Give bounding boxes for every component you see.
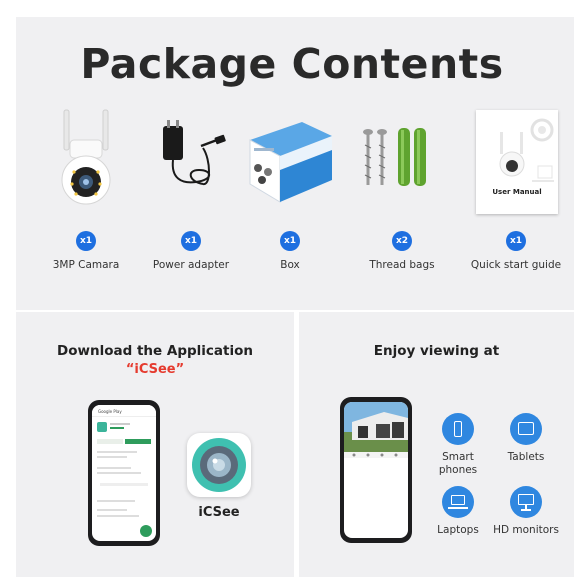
laptop-icon <box>442 486 474 518</box>
item-quick-start-guide: User Manual x1 Quick start guide <box>466 100 566 280</box>
device-label: HD monitors <box>493 524 559 536</box>
quantity-badge: x1 <box>506 231 526 251</box>
item-label: Quick start guide <box>470 259 562 271</box>
device-laptops: Laptops <box>423 486 493 537</box>
quantity-badge: x1 <box>76 231 96 251</box>
item-camera: x1 3MP Camara <box>36 100 136 280</box>
quantity-badge: x2 <box>392 231 412 251</box>
download-heading: Download the Application <box>57 343 253 359</box>
phone-screen: Google Play <box>92 405 156 541</box>
device-label: Smart phones <box>438 451 478 476</box>
page-title: Package Contents <box>80 40 504 88</box>
quantity-badge: x1 <box>280 231 300 251</box>
icsee-app-label: iCSee <box>198 505 240 520</box>
device-tablets: Tablets <box>491 413 561 464</box>
manual-image: User Manual <box>476 110 558 214</box>
box-image <box>249 122 332 203</box>
device-smartphones: Smart phones <box>423 413 493 477</box>
monitor-icon <box>510 486 542 518</box>
page: Package Contents x1 3MP Camara x1 Power … <box>0 0 584 584</box>
manual-cover-text: User Manual <box>492 188 542 196</box>
quantity-badge: x1 <box>181 231 201 251</box>
icsee-app-icon <box>187 433 251 497</box>
item-power-adapter: x1 Power adapter <box>141 100 241 280</box>
phone-live-view-mockup <box>340 397 412 543</box>
device-label: Tablets <box>507 451 545 463</box>
camera-image <box>61 109 111 205</box>
tablet-icon <box>510 413 542 445</box>
item-thread-bags: x2 Thread bags <box>352 100 452 280</box>
device-hd-monitors: HD monitors <box>491 486 561 537</box>
viewing-heading: Enjoy viewing at <box>373 343 500 359</box>
app-name-quoted: “iCSee” <box>125 362 185 377</box>
smartphone-icon <box>442 413 474 445</box>
device-label: Laptops <box>437 524 479 536</box>
screws-image <box>363 128 426 186</box>
phone-store-mockup: Google Play <box>88 400 160 546</box>
item-box: x1 Box <box>240 100 340 280</box>
power-adapter-image <box>163 120 226 185</box>
phone-screen <box>344 402 408 538</box>
store-title: Google Play <box>92 405 156 417</box>
